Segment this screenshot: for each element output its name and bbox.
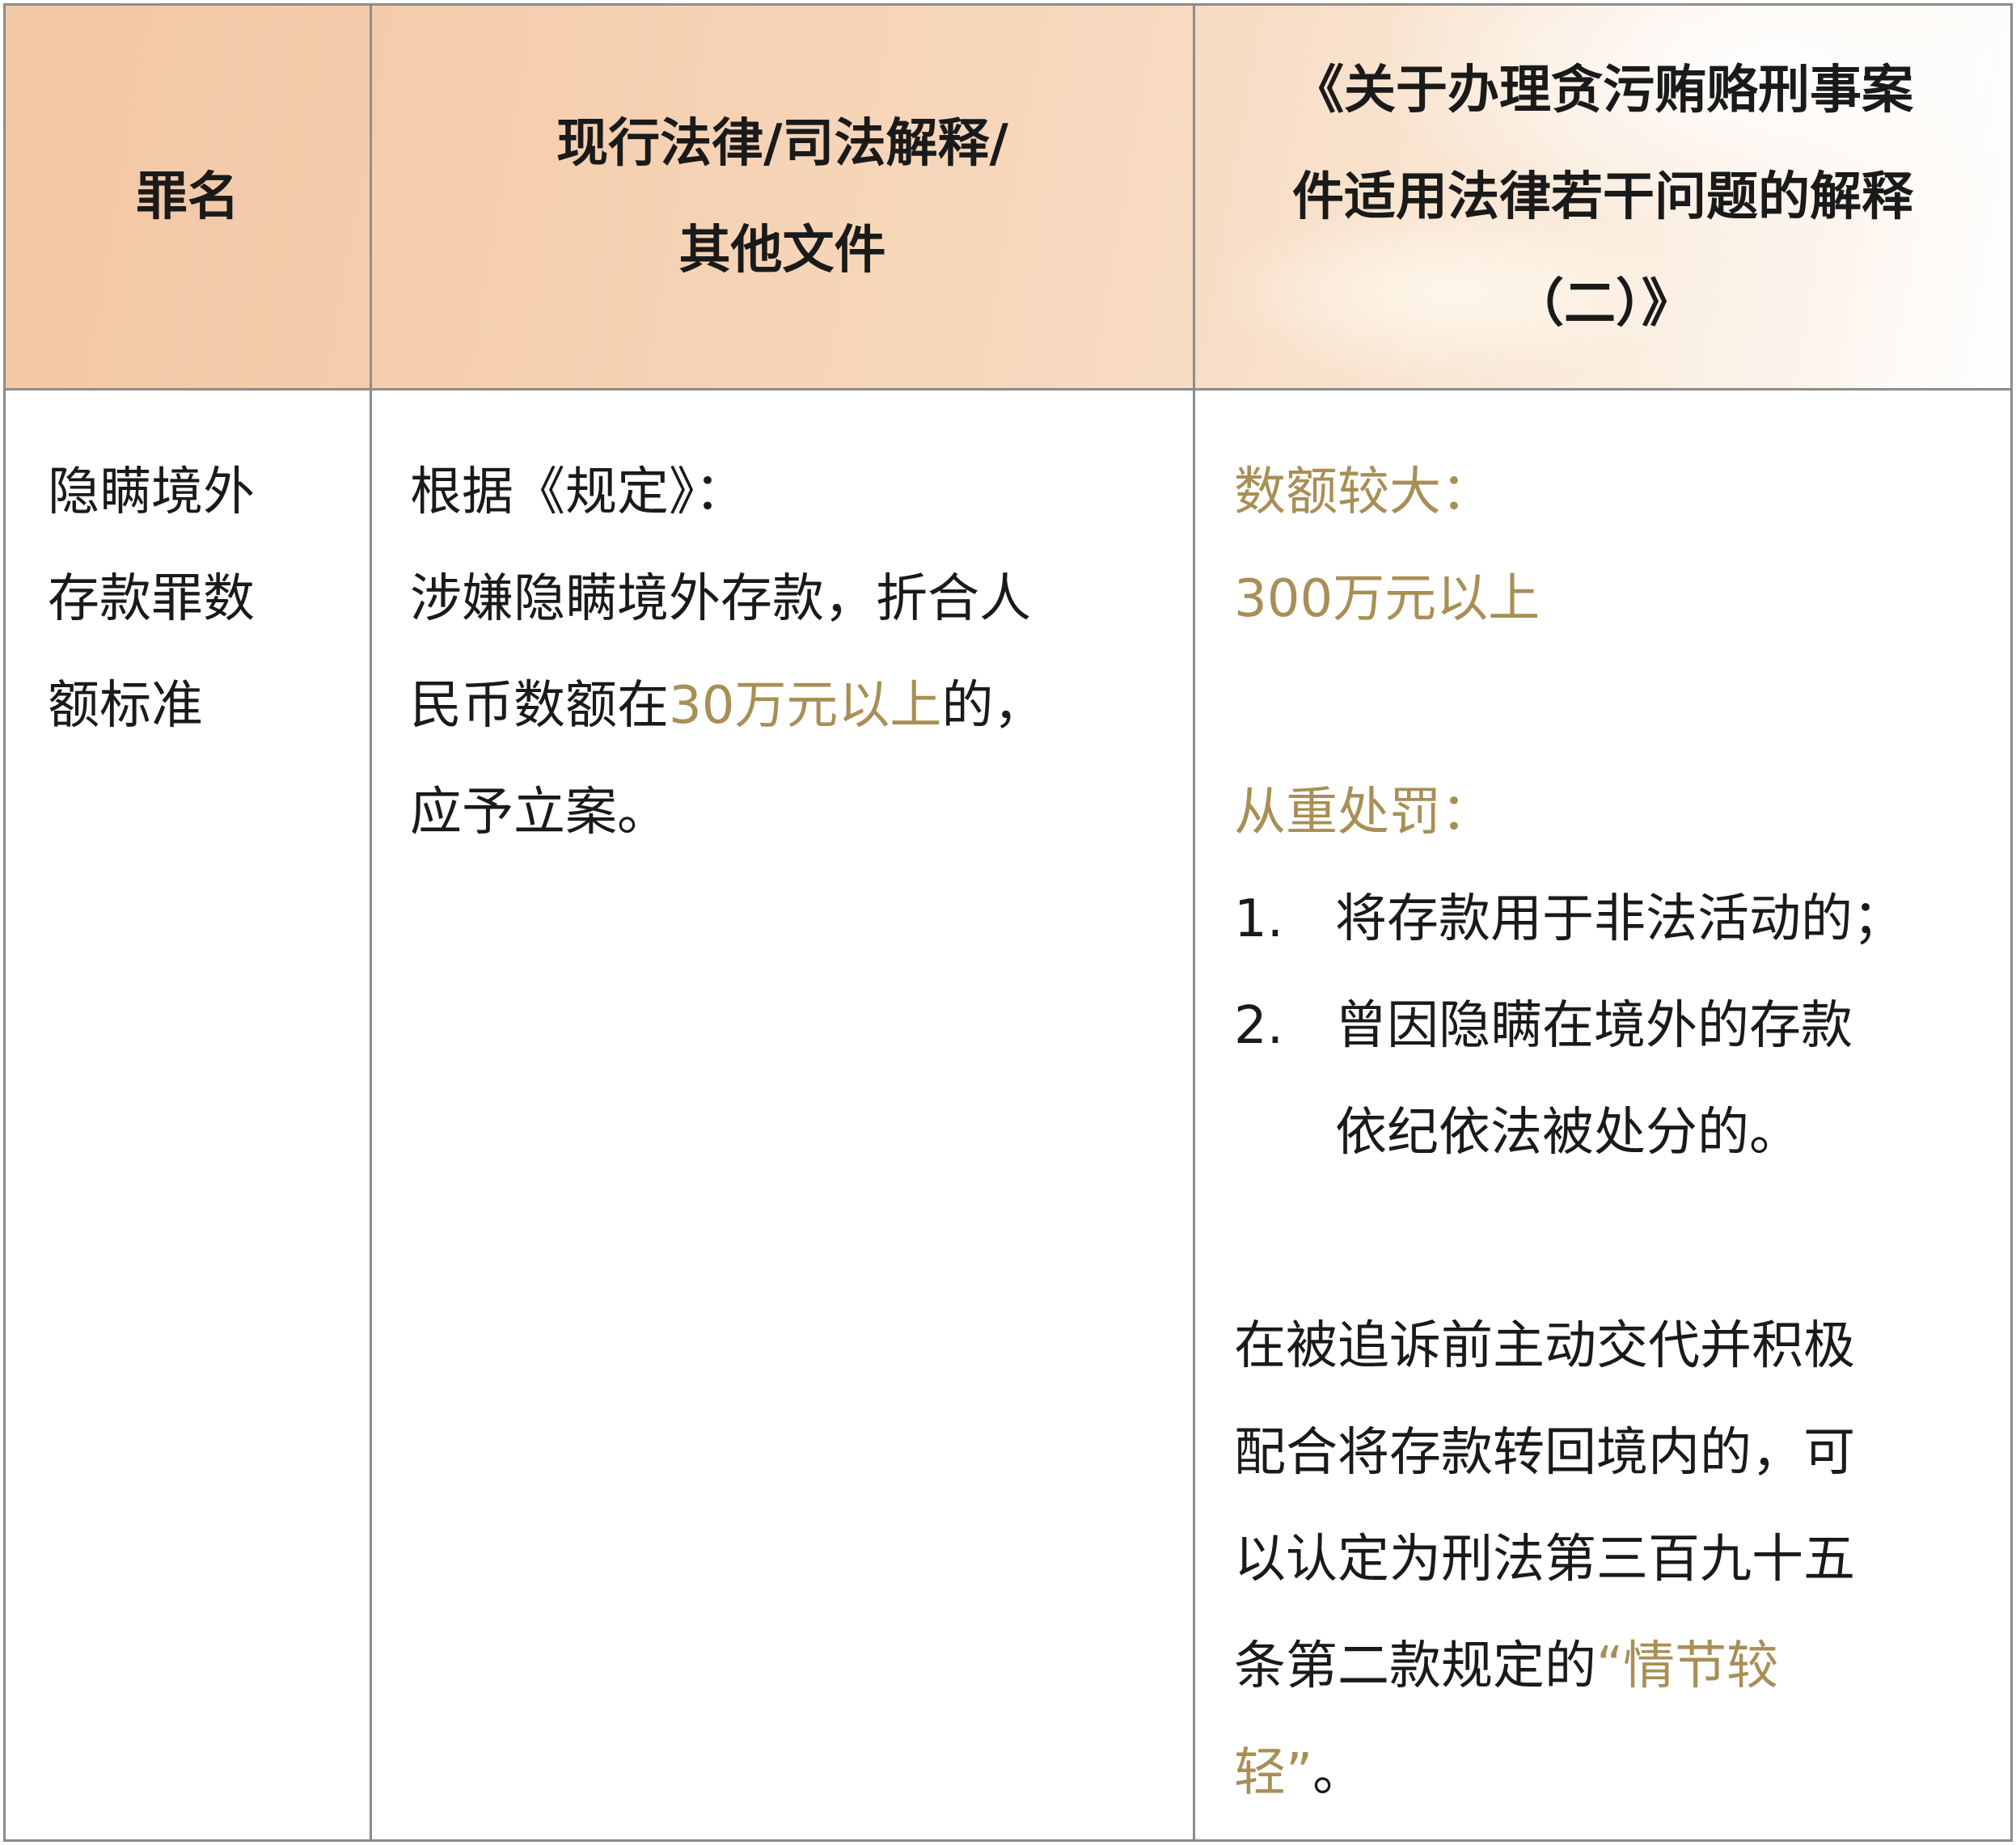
heavy-penalty-label: 从重处罚： <box>1234 783 1493 842</box>
header-current-law-line: 现行法律/司法解释/ <box>556 113 1008 174</box>
list-item-text: 将存款用于非法活动的； <box>1335 889 1904 949</box>
lenient-text-suffix: 。 <box>1312 1743 1365 1803</box>
law-text-line: 应予立案。 <box>410 783 669 842</box>
list-item-text: 依纪依法被处分的。 <box>1335 1103 1801 1163</box>
header-current-law: 现行法律/司法解释/ 其他文件 <box>372 6 1193 388</box>
law-text-line: 根据《规定》： <box>410 462 746 522</box>
law-text-line: 民币数额在30万元以上的， <box>410 652 1186 759</box>
current-law-cell: 根据《规定》： 涉嫌隐瞒境外存款，折合人 民币数额在30万元以上的， 应予立案。 <box>410 439 1186 866</box>
header-interpretation-line: （二）》 <box>1512 273 1693 334</box>
lenient-text-line: 配合将存款转回境内的，可 <box>1234 1423 1855 1483</box>
lenient-text-prefix: 条第二款规定的 <box>1234 1636 1596 1696</box>
crime-name-line: 隐瞒境外 <box>48 462 255 522</box>
lenient-text-line: 在被追诉前主动交代并积极 <box>1234 1316 1855 1376</box>
crime-name-line: 额标准 <box>48 676 203 736</box>
lenient-highlight: “情节较 <box>1596 1636 1779 1696</box>
list-item-text: 曾因隐瞒在境外的存款 <box>1335 996 1853 1056</box>
lenient-highlight: 轻” <box>1234 1743 1313 1803</box>
header-crime-name: 罪名 <box>6 6 370 388</box>
header-interpretation: 《关于办理贪污贿赂刑事案 件适用法律若干问题的解释 （二）》 <box>1195 6 2010 388</box>
list-number: 2. <box>1234 996 1284 1056</box>
header-interpretation-line: 《关于办理贪污贿赂刑事案 <box>1292 60 1913 120</box>
crime-standard-table: 罪名 现行法律/司法解释/ 其他文件 《关于办理贪污贿赂刑事案 件适用法律若干问… <box>3 3 2013 1842</box>
law-text-suffix: 的， <box>941 676 1046 736</box>
lenient-text-line: 以认定为刑法第三百九十五 <box>1234 1530 1855 1590</box>
large-amount-value: 300万元以上 <box>1234 569 1541 629</box>
lenient-text-line: 条第二款规定的“情节较 <box>1234 1613 2002 1720</box>
list-number: 1. <box>1234 889 1284 949</box>
list-item: 2. 曾因隐瞒在境外的存款 依纪依法被处分的。 <box>1234 973 2002 1186</box>
lenient-text-line: 轻”。 <box>1234 1720 2002 1826</box>
header-interpretation-line: 件适用法律若干问题的解释 <box>1292 167 1913 227</box>
law-text-prefix: 民币数额在 <box>410 676 669 736</box>
crime-name-cell: 隐瞒境外 存款罪数 额标准 <box>48 439 355 759</box>
interpretation-cell: 数额较大： 300万元以上 从重处罚： 1. 将存款用于非法活动的； 2. 曾因… <box>1234 439 2002 1826</box>
threshold-highlight: 30万元以上 <box>669 676 942 736</box>
law-text-line: 涉嫌隐瞒境外存款，折合人 <box>410 569 1031 629</box>
header-current-law-line: 其他文件 <box>678 220 886 281</box>
crime-name-line: 存款罪数 <box>48 569 255 629</box>
large-amount-label: 数额较大： <box>1234 462 1493 522</box>
header-crime-name-label: 罪名 <box>136 167 239 227</box>
list-item: 1. 将存款用于非法活动的； <box>1234 866 2002 973</box>
